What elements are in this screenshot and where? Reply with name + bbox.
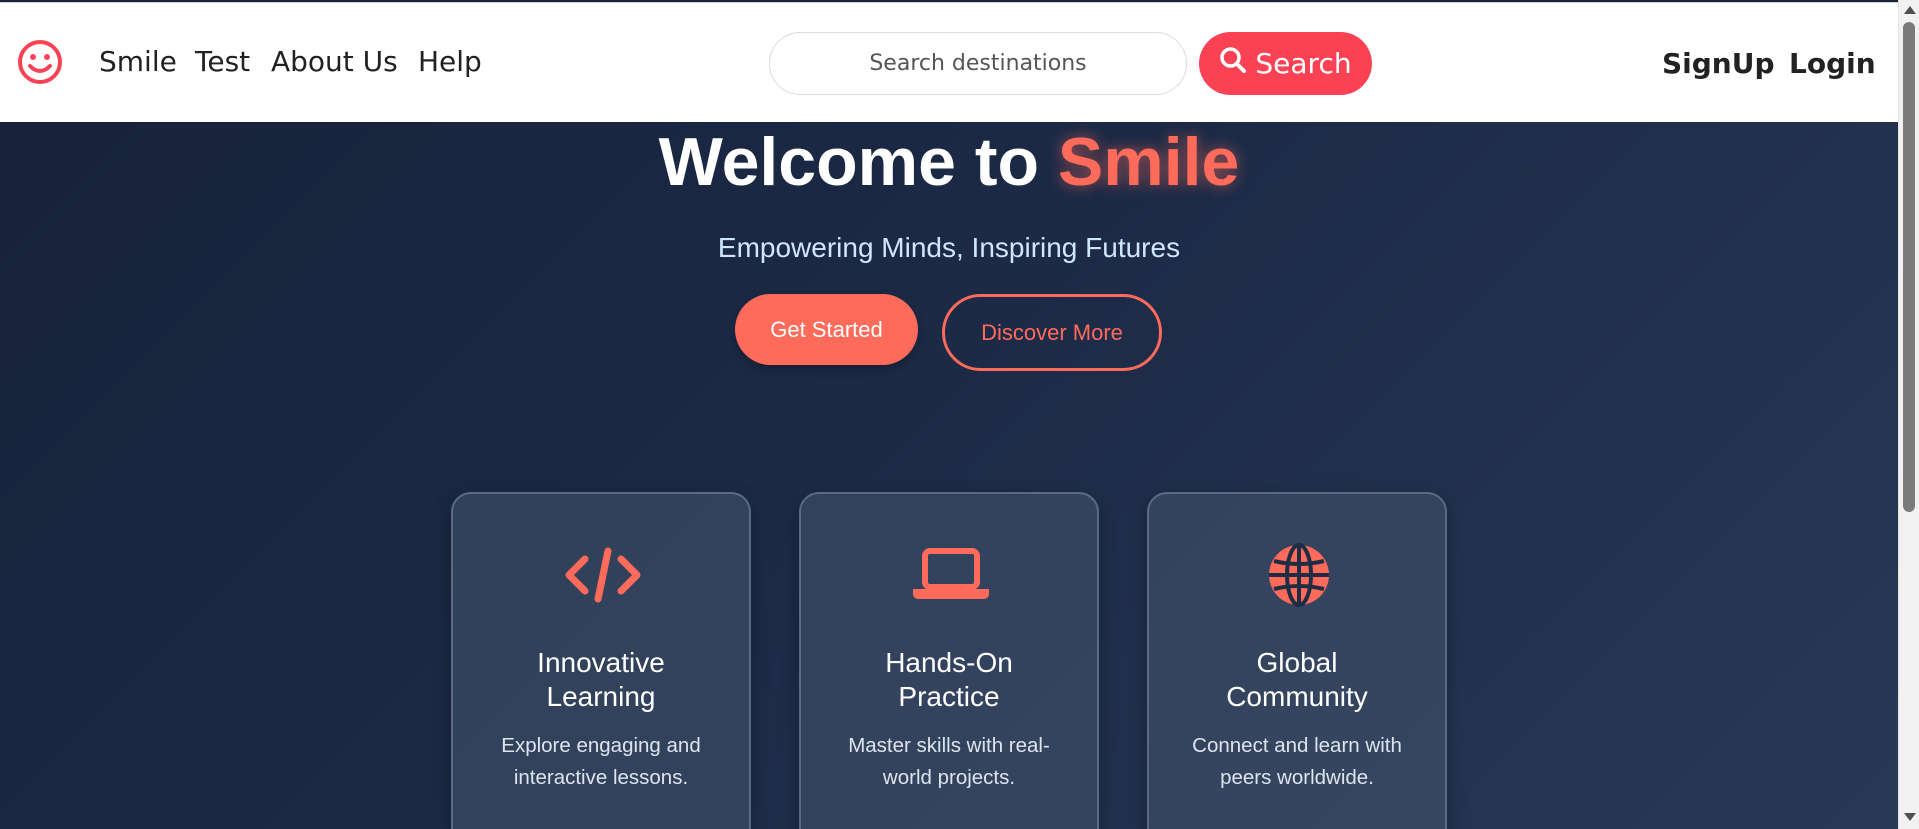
get-started-button[interactable]: Get Started (735, 294, 918, 365)
hero-title-accent: Smile (1057, 124, 1240, 200)
page: Smile Test About Us Help Search SignUp L… (0, 0, 1898, 829)
scroll-down-arrow-icon[interactable] (1904, 813, 1916, 821)
hero-title: Welcome to Smile (0, 124, 1898, 200)
search-input[interactable] (770, 33, 1186, 94)
feature-card-description: Explore engaging and interactive lessons… (501, 734, 701, 789)
login-link[interactable]: Login (1789, 47, 1876, 80)
globe-icon (1259, 542, 1339, 608)
feature-card-description: Connect and learn with peers worldwide. (1192, 734, 1402, 789)
feature-card-title: Innovative Learning (537, 647, 665, 712)
code-icon (563, 542, 643, 608)
hero-subtitle: Empowering Minds, Inspiring Futures (717, 232, 1181, 263)
nav-link-test[interactable]: Test (195, 45, 250, 78)
discover-more-button[interactable]: Discover More (942, 294, 1162, 371)
search-button-label: Search (1255, 47, 1352, 80)
feature-card-innovative-learning: Innovative Learning Explore engaging and… (451, 492, 751, 829)
nav-link-smile[interactable]: Smile (99, 45, 177, 78)
feature-card-description: Master skills with real-world projects. (848, 734, 1050, 789)
search-button[interactable]: Search (1199, 32, 1372, 95)
nav-link-help[interactable]: Help (418, 45, 482, 78)
feature-card-hands-on-practice: Hands-On Practice Master skills with rea… (799, 492, 1099, 829)
search-icon (1219, 46, 1247, 81)
hero-title-prefix: Welcome to (658, 124, 1040, 200)
top-navbar: Smile Test About Us Help Search SignUp L… (0, 2, 1898, 122)
search-box (769, 32, 1187, 95)
nav-link-about-us[interactable]: About Us (271, 45, 398, 78)
smiley-logo-icon[interactable] (16, 38, 64, 86)
feature-card-title: Global Community (1226, 647, 1368, 712)
scrollbar-thumb[interactable] (1903, 22, 1915, 512)
vertical-scrollbar[interactable] (1898, 0, 1919, 829)
signup-link[interactable]: SignUp (1662, 47, 1775, 80)
scroll-up-arrow-icon[interactable] (1904, 6, 1916, 14)
laptop-icon (911, 542, 991, 608)
feature-card-title: Hands-On Practice (885, 647, 1013, 712)
feature-card-global-community: Global Community Connect and learn with … (1147, 492, 1447, 829)
